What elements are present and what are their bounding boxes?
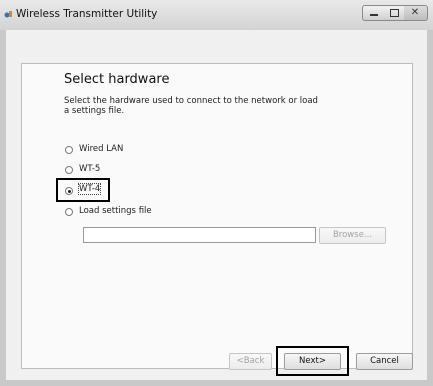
minimize-button[interactable] — [362, 5, 385, 21]
back-button[interactable]: <Back — [229, 353, 272, 370]
maximize-button[interactable] — [384, 5, 405, 21]
close-button[interactable]: ✕ — [404, 5, 428, 21]
title-bar: Wireless Transmitter Utility ✕ — [0, 0, 433, 30]
option-label: WT-5 — [79, 164, 101, 174]
option-label: Load settings file — [79, 206, 152, 216]
radio-load-settings-file[interactable] — [65, 208, 73, 216]
next-button[interactable]: Next> — [284, 353, 341, 370]
app-window: Wireless Transmitter Utility ✕ Select ha… — [0, 0, 433, 386]
settings-file-path-input[interactable] — [83, 227, 316, 243]
window-title: Wireless Transmitter Utility — [16, 8, 158, 20]
option-label: WT-4 — [77, 183, 102, 195]
option-label: Wired LAN — [79, 144, 124, 154]
cancel-button[interactable]: Cancel — [356, 353, 413, 370]
radio-wired-lan[interactable] — [65, 146, 73, 154]
browse-button[interactable]: Browse... — [319, 227, 386, 244]
close-icon: ✕ — [410, 7, 420, 18]
radio-wt-4[interactable] — [65, 187, 73, 195]
app-icon — [4, 11, 12, 18]
maximize-icon — [390, 9, 399, 17]
minimize-icon — [370, 14, 378, 16]
page-description: Select the hardware used to connect to t… — [64, 96, 318, 116]
radio-wt-5[interactable] — [65, 166, 73, 174]
page-title: Select hardware — [64, 72, 170, 87]
